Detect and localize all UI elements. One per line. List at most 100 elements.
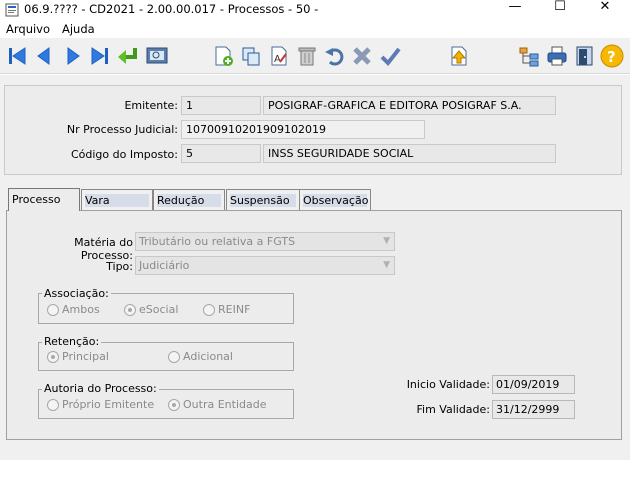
radio-adicional[interactable]: Adicional (168, 350, 233, 363)
fim-validade-label: Fim Validade: (416, 403, 491, 416)
imposto-label: Código do Imposto: (70, 148, 178, 161)
materia-select[interactable]: Tributário ou relativa a FGTS ▼ (135, 232, 395, 251)
undo-icon (325, 48, 344, 66)
app-icon (5, 3, 19, 17)
tab-processo-label: Processo (12, 193, 61, 206)
upload-document-icon (451, 46, 467, 66)
radio-proprio-emitente-label: Próprio Emitente (62, 398, 155, 411)
tipo-value: Judiciário (139, 259, 190, 272)
svg-text:?: ? (607, 48, 616, 66)
close-button[interactable]: ✕ (590, 0, 620, 16)
tree-button[interactable] (516, 42, 542, 70)
next-record-icon (67, 47, 80, 65)
checkmark-icon (380, 47, 401, 67)
previous-record-button[interactable] (31, 42, 57, 70)
radio-circle-icon (47, 303, 59, 316)
new-record-button[interactable] (210, 42, 236, 70)
copy-icon (242, 47, 260, 66)
first-record-icon (9, 47, 26, 65)
svg-text:A: A (274, 54, 281, 65)
radio-outra-entidade[interactable]: Outra Entidade (168, 398, 266, 411)
radio-reinf-label: REINF (218, 303, 251, 316)
radio-outra-entidade-label: Outra Entidade (183, 398, 267, 411)
toolbar: A ? (0, 38, 630, 74)
menu-ajuda[interactable]: Ajuda (62, 22, 95, 36)
previous-record-icon (37, 47, 50, 65)
tab-observacao[interactable]: Observação (299, 189, 371, 211)
fim-validade-field[interactable]: 31/12/2999 (492, 400, 575, 419)
radio-ambos-label: Ambos (62, 303, 100, 316)
processo-field[interactable]: 10700910201909102019 (181, 120, 425, 139)
radio-esocial-label: eSocial (139, 303, 179, 316)
radio-principal-label: Principal (62, 350, 109, 363)
tipo-select[interactable]: Judiciário ▼ (135, 256, 395, 275)
radio-selected-icon (124, 303, 136, 316)
materia-value: Tributário ou relativa a FGTS (139, 235, 296, 248)
emitente-label: Emitente: (124, 99, 178, 112)
confirm-button[interactable] (377, 42, 403, 70)
imposto-name-field[interactable]: INSS SEGURIDADE SOCIAL (263, 144, 556, 163)
menu-arquivo[interactable]: Arquivo (6, 22, 50, 36)
retencao-title: Retenção: (42, 335, 102, 348)
tipo-label: Tipo: (106, 260, 133, 273)
radio-esocial[interactable]: eSocial (124, 303, 178, 316)
radio-circle-icon (203, 303, 215, 316)
imposto-code-field[interactable]: 5 (181, 144, 261, 163)
tab-processo[interactable]: Processo (8, 188, 80, 211)
window-title: 06.9.???? - CD2021 - 2.00.00.017 - Proce… (24, 2, 319, 16)
last-record-icon (91, 47, 108, 65)
help-question-icon: ? (600, 44, 624, 68)
exit-button[interactable] (572, 42, 598, 70)
first-record-button[interactable] (4, 42, 30, 70)
goto-button[interactable] (115, 42, 141, 70)
copy-button[interactable] (238, 42, 264, 70)
inicio-validade-field[interactable]: 01/09/2019 (492, 375, 575, 394)
status-bar (0, 460, 630, 478)
emitente-code-field[interactable]: 1 (181, 96, 261, 115)
materia-label: Matéria do Processo: (74, 236, 133, 262)
undo-button[interactable] (321, 42, 347, 70)
new-document-icon (215, 46, 233, 66)
menu-bar: Arquivo Ajuda (0, 20, 630, 38)
enter-arrow-icon (118, 48, 137, 64)
radio-adicional-label: Adicional (183, 350, 233, 363)
printer-icon (547, 46, 567, 66)
cancel-button[interactable] (349, 42, 375, 70)
radio-selected-icon (47, 350, 59, 363)
tab-reducao[interactable]: Redução (153, 189, 225, 211)
help-button[interactable]: ? (599, 42, 625, 70)
tab-suspensao[interactable]: Suspensão (226, 189, 300, 211)
tree-structure-icon (519, 47, 539, 67)
search-button[interactable] (144, 42, 170, 70)
tab-vara-label: Vara (85, 194, 149, 207)
radio-circle-icon (168, 350, 180, 363)
emitente-name-field[interactable]: POSIGRAF-GRAFICA E EDITORA POSIGRAF S.A. (263, 96, 556, 115)
last-record-button[interactable] (87, 42, 113, 70)
tab-suspensao-label: Suspensão (230, 194, 296, 207)
edit-button[interactable]: A (266, 42, 292, 70)
radio-principal[interactable]: Principal (47, 350, 109, 363)
processo-label: Nr Processo Judicial: (66, 123, 178, 136)
tab-observacao-label: Observação (303, 194, 369, 207)
minimize-button[interactable]: — (500, 0, 530, 16)
main-area: Emitente: 1 POSIGRAF-GRAFICA E EDITORA P… (0, 75, 630, 460)
edit-text-icon: A (271, 46, 287, 66)
radio-reinf[interactable]: REINF (203, 303, 250, 316)
next-record-button[interactable] (60, 42, 86, 70)
print-button[interactable] (544, 42, 570, 70)
radio-ambos[interactable]: Ambos (47, 303, 100, 316)
title-bar: 06.9.???? - CD2021 - 2.00.00.017 - Proce… (0, 0, 630, 20)
inicio-validade-label: Inicio Validade: (406, 378, 490, 391)
autoria-title: Autoria do Processo: (42, 382, 159, 395)
chevron-down-icon: ▼ (383, 260, 390, 270)
tab-vara[interactable]: Vara (81, 189, 153, 211)
maximize-button[interactable]: ☐ (545, 0, 575, 16)
associacao-title: Associação: (42, 287, 111, 300)
chevron-down-icon: ▼ (383, 236, 390, 246)
radio-circle-icon (47, 398, 59, 411)
radio-proprio-emitente[interactable]: Próprio Emitente (47, 398, 154, 411)
trash-icon (298, 47, 316, 66)
export-button[interactable] (446, 42, 472, 70)
tab-reducao-label: Redução (157, 194, 221, 207)
delete-button[interactable] (294, 42, 320, 70)
